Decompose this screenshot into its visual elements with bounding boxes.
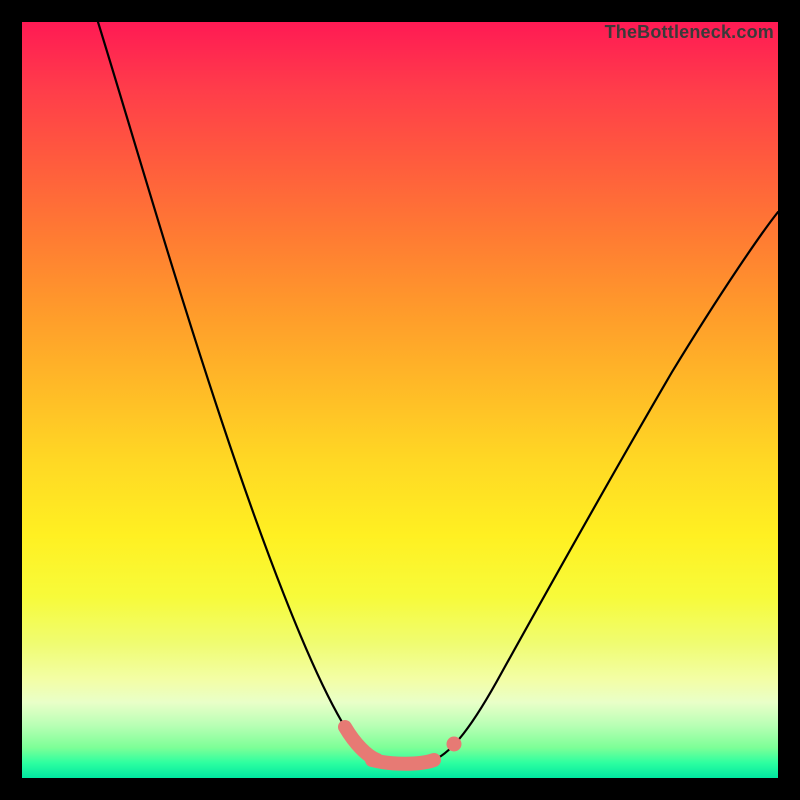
highlight-dot xyxy=(447,737,462,752)
plot-area xyxy=(22,22,778,778)
chart-frame: TheBottleneck.com xyxy=(0,0,800,800)
watermark-container: TheBottleneck.com xyxy=(605,22,774,44)
bottleneck-curve-right xyxy=(434,212,778,760)
watermark-text: TheBottleneck.com xyxy=(605,22,774,43)
highlight-segment-floor xyxy=(372,760,434,764)
curve-layer xyxy=(22,22,778,778)
bottleneck-curve-left xyxy=(98,22,370,758)
